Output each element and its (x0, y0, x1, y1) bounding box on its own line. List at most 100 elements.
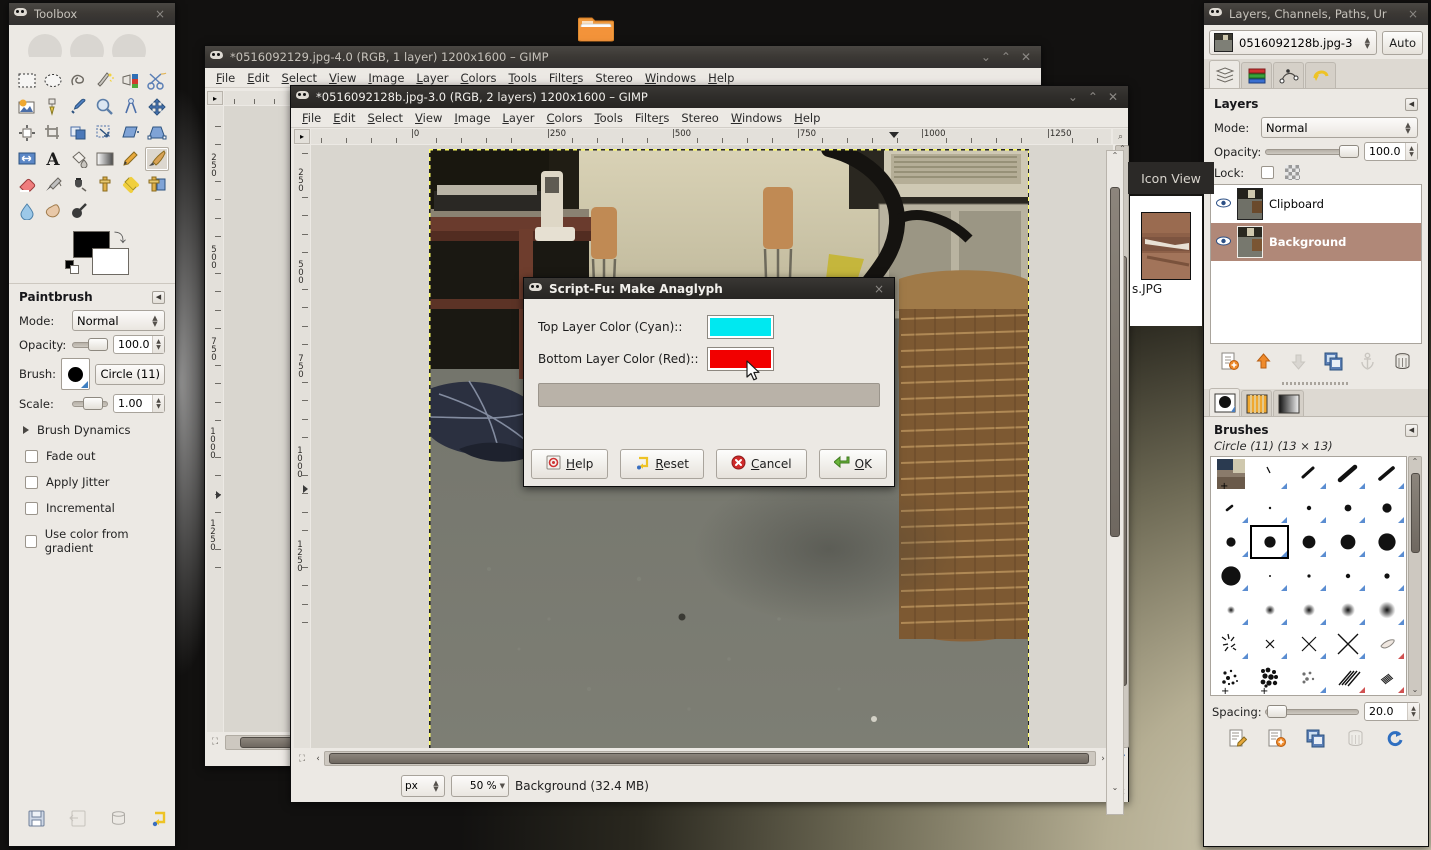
reset-button[interactable]: Reset (620, 449, 704, 479)
layers-panel-collapse-button[interactable]: ◀ (1405, 97, 1418, 111)
top-layer-color-button[interactable] (707, 315, 774, 339)
quick-mask-toggle-front[interactable]: ⛶ (294, 751, 310, 766)
brush-cell[interactable] (1211, 491, 1250, 525)
vertical-ruler-front[interactable]: 250 500 750 1000 1250 (294, 145, 310, 748)
brush-cell[interactable] (1367, 593, 1406, 627)
canvas-horizontal-scrollbar[interactable] (324, 751, 1096, 766)
menu-file[interactable]: File (296, 109, 327, 127)
menu-stereo[interactable]: Stereo (675, 109, 724, 127)
save-tool-options-icon[interactable] (27, 809, 46, 831)
bottom-layer-color-button[interactable] (707, 347, 774, 371)
rect-select-tool[interactable] (15, 69, 39, 93)
eraser-tool[interactable] (15, 173, 39, 197)
brush-cell[interactable]: + (1211, 661, 1250, 697)
spin-arrows-icon[interactable]: ▲ ▼ (1405, 143, 1417, 160)
lock-alpha-icon[interactable] (1285, 165, 1300, 180)
brush-cell[interactable] (1367, 661, 1406, 695)
cancel-button[interactable]: Cancel (715, 449, 807, 479)
menu-windows[interactable]: Windows (725, 109, 788, 127)
brush-cell[interactable] (1328, 627, 1367, 661)
brush-cell[interactable] (1211, 525, 1250, 559)
quick-mask-toggle-back[interactable]: ⛶ (207, 734, 223, 750)
brush-cell[interactable] (1367, 627, 1406, 661)
select-by-color-tool[interactable] (119, 69, 143, 93)
menu-layer[interactable]: Layer (496, 109, 540, 127)
spin-arrows-icon[interactable]: ▲ ▼ (152, 395, 164, 412)
fade-out-row[interactable]: Fade out (25, 449, 165, 463)
scale-tool[interactable] (93, 121, 117, 145)
apply-jitter-checkbox[interactable] (25, 475, 38, 489)
layer-opacity-spinbox[interactable]: 100.0 ▲ ▼ (1364, 142, 1418, 161)
menu-select[interactable]: Select (276, 69, 324, 87)
incremental-row[interactable]: Incremental (25, 501, 165, 515)
vertical-ruler-back[interactable]: 250 500 750 1000 1250 (207, 106, 223, 732)
brushes-grid[interactable]: + + + (1210, 456, 1407, 697)
script-fu-titlebar[interactable]: Script-Fu: Make Anaglyph × (524, 278, 894, 299)
use-color-from-gradient-checkbox[interactable] (25, 534, 37, 548)
scroll-left-arrow-icon[interactable]: ‹ (312, 751, 324, 766)
unit-selector[interactable]: px ▲ ▼ (401, 775, 445, 797)
bucket-fill-tool[interactable] (67, 147, 91, 171)
brush-cell[interactable] (1289, 457, 1328, 491)
menu-stereo[interactable]: Stereo (589, 69, 638, 87)
layer-opacity-slider[interactable] (1265, 145, 1359, 159)
zoom-image-button[interactable]: ⌕ (1113, 129, 1128, 144)
toolbox-close-button[interactable]: × (155, 8, 165, 20)
scale-slider[interactable] (72, 397, 108, 411)
brush-cell[interactable] (1328, 661, 1367, 695)
use-color-from-gradient-row[interactable]: Use color from gradient (25, 527, 165, 555)
brushes-panel-collapse-button[interactable]: ◀ (1405, 423, 1418, 437)
clone-tool[interactable] (93, 173, 117, 197)
brush-preview-button[interactable] (61, 358, 91, 390)
refresh-brushes-icon[interactable] (1385, 729, 1404, 751)
duplicate-brush-icon[interactable] (1306, 729, 1325, 751)
horizontal-ruler-front[interactable]: |0 |250 |500 |750 |1000 |1250 (311, 129, 1111, 144)
file-browser-icon-view[interactable]: s.JPG (1130, 196, 1202, 326)
menu-tools[interactable]: Tools (589, 109, 629, 127)
delete-tool-options-icon[interactable] (109, 809, 128, 831)
menu-edit[interactable]: Edit (327, 109, 361, 127)
smudge-tool[interactable] (41, 199, 65, 223)
reset-colors-icon[interactable] (65, 260, 79, 274)
layer-row-clipboard[interactable]: Clipboard (1211, 185, 1421, 223)
background-color-swatch[interactable] (92, 248, 129, 275)
menu-button-back[interactable]: ▸ (207, 91, 223, 105)
auto-follow-button[interactable]: Auto (1382, 30, 1423, 55)
brush-cell[interactable] (1328, 457, 1367, 491)
menu-button-front[interactable]: ▸ (294, 129, 310, 144)
rotate-tool[interactable] (67, 121, 91, 145)
ellipse-select-tool[interactable] (41, 69, 65, 93)
paths-tab[interactable] (1273, 62, 1304, 88)
dock-separator-handle[interactable] (1204, 380, 1428, 387)
brushes-scrollbar[interactable]: ⌃ ⌄ (1408, 456, 1422, 696)
channels-tab[interactable] (1241, 62, 1272, 88)
menu-colors[interactable]: Colors (454, 69, 502, 87)
brush-cell[interactable] (1211, 593, 1250, 627)
close-button[interactable]: ✕ (1108, 91, 1118, 103)
ok-button[interactable]: OK (818, 449, 887, 479)
text-tool[interactable]: A (41, 147, 65, 171)
menu-edit[interactable]: Edit (241, 69, 275, 87)
airbrush-tool[interactable] (41, 173, 65, 197)
gradient-tool[interactable] (93, 147, 117, 171)
minimize-button[interactable]: ⌄ (1068, 91, 1078, 103)
menu-colors[interactable]: Colors (540, 109, 588, 127)
dock-close-button[interactable]: × (1408, 8, 1418, 20)
brush-cell[interactable]: + (1211, 457, 1250, 492)
layer-row-background[interactable]: Background (1211, 223, 1421, 261)
flip-tool[interactable] (15, 147, 39, 171)
zoom-tool[interactable] (93, 95, 117, 119)
brush-cell[interactable] (1250, 457, 1289, 491)
reset-tool-options-icon[interactable] (150, 809, 169, 831)
crop-tool[interactable] (41, 121, 65, 145)
brush-cell[interactable] (1250, 593, 1289, 627)
layer-mode-combo[interactable]: Normal ▲ ▼ (1261, 117, 1418, 138)
patterns-tab[interactable] (1241, 390, 1272, 416)
shear-tool[interactable] (119, 121, 143, 145)
opacity-spinbox[interactable]: 100.0 ▲ ▼ (113, 335, 165, 354)
brush-cell[interactable] (1211, 627, 1250, 661)
menu-help[interactable]: Help (788, 109, 826, 127)
dock-titlebar[interactable]: Layers, Channels, Paths, Ur × (1204, 3, 1428, 25)
brush-dynamics-expander[interactable]: Brush Dynamics (23, 423, 165, 437)
tool-options-collapse-button[interactable]: ◀ (152, 290, 165, 304)
